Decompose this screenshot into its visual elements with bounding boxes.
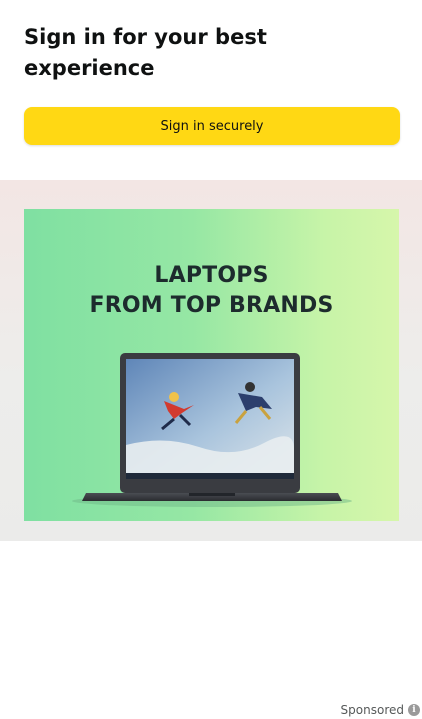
ad-headline-line-2: FROM TOP BRANDS [89,293,334,318]
ad-headline: LAPTOPS FROM TOP BRANDS [24,261,399,321]
laptops-ad-banner[interactable]: LAPTOPS FROM TOP BRANDS [24,209,399,521]
sponsored-label[interactable]: Sponsored i [341,701,420,719]
info-icon[interactable]: i [408,704,420,716]
laptop-image [72,353,352,507]
sponsored-text: Sponsored [340,703,404,717]
signin-card: Sign in for your best experience Sign in… [0,0,422,180]
sponsored-ad-section: LAPTOPS FROM TOP BRANDS Sponsored i [0,180,422,717]
sign-in-securely-button[interactable]: Sign in securely [24,107,400,145]
ad-headline-line-1: LAPTOPS [154,263,269,288]
signin-heading: Sign in for your best experience [24,25,267,80]
